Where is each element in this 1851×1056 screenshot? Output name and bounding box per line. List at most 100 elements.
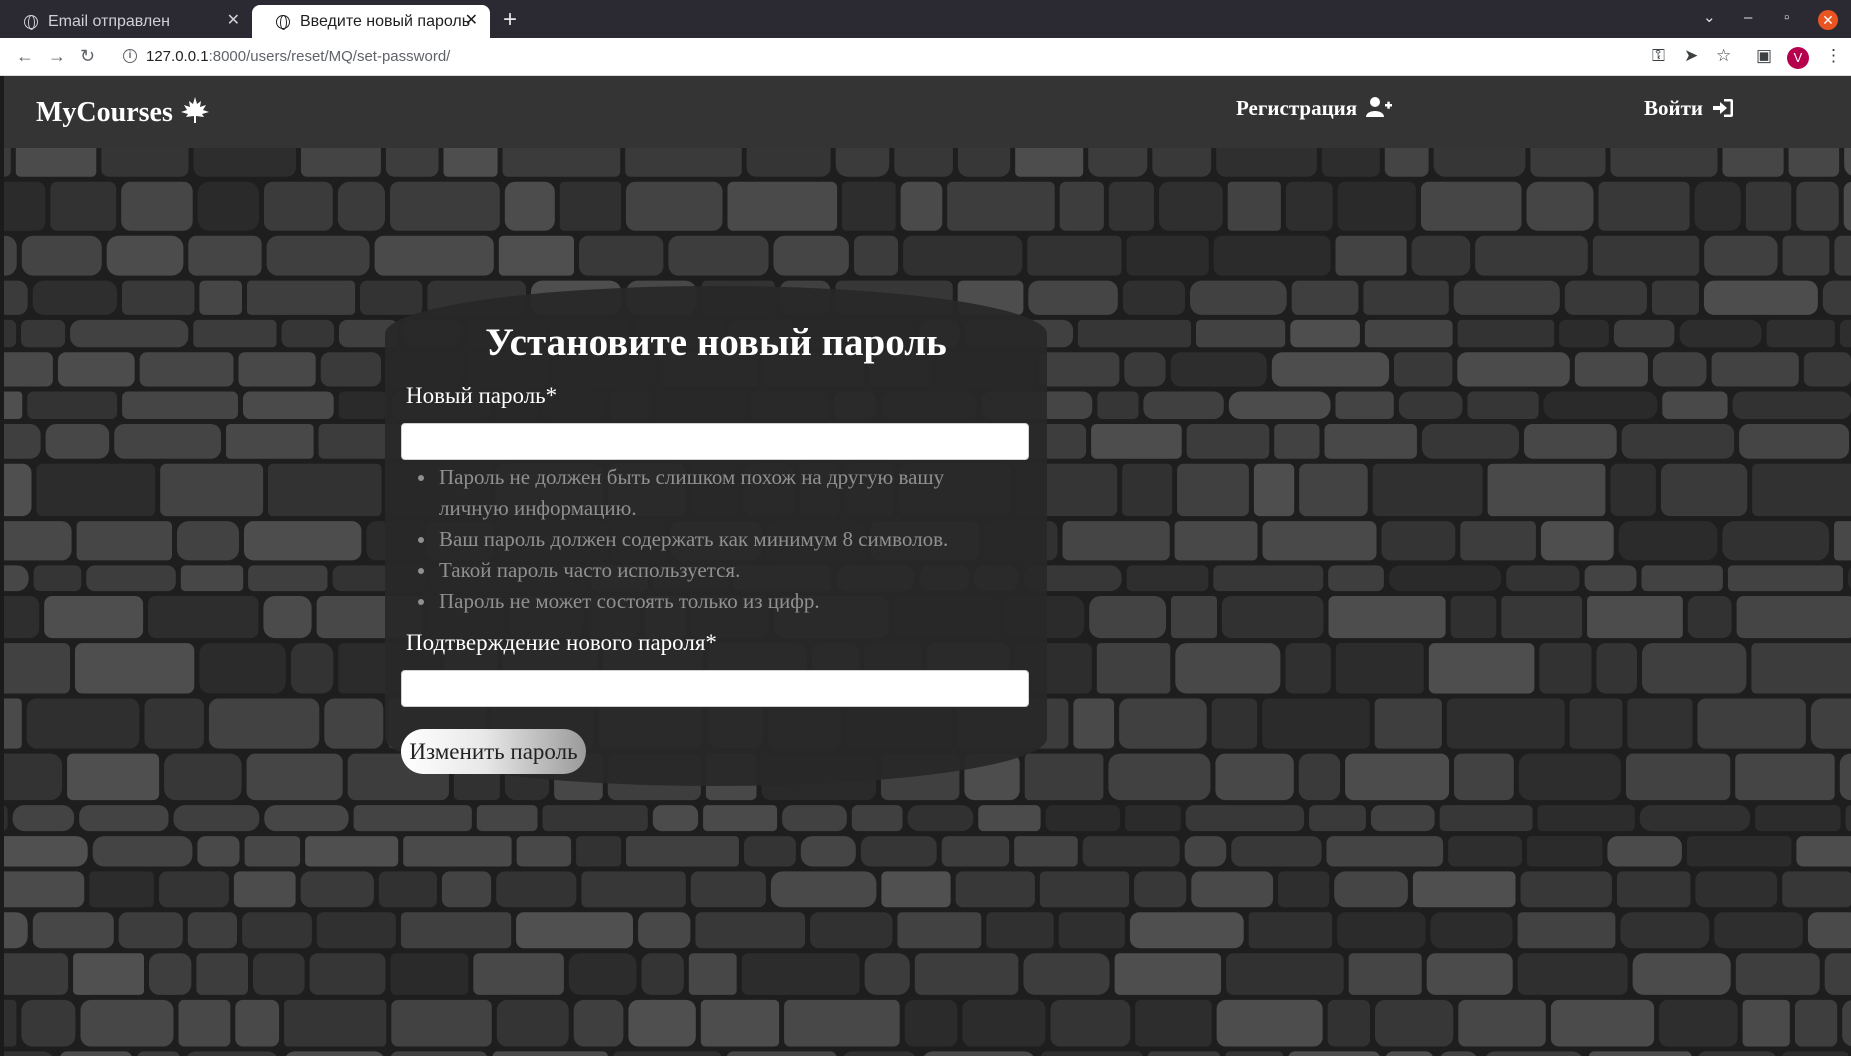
wall-stone bbox=[4, 181, 46, 231]
browser-tab-email-sent[interactable]: Email отправлен ✕ bbox=[0, 5, 252, 38]
wall-stone bbox=[60, 1051, 132, 1056]
tab-search-icon[interactable]: ⌄ bbox=[1703, 10, 1716, 26]
wall-stone bbox=[843, 1051, 915, 1056]
send-icon[interactable]: ➤ bbox=[1684, 46, 1698, 66]
wall-stone bbox=[159, 871, 229, 908]
wall-stone bbox=[1687, 596, 1732, 639]
wall-stone bbox=[1159, 181, 1223, 231]
menu-kebab-icon[interactable]: ⋮ bbox=[1825, 46, 1842, 66]
wall-stone bbox=[114, 424, 221, 459]
wall-stone bbox=[1058, 912, 1125, 949]
wall-stone bbox=[986, 912, 1054, 949]
wall-stone bbox=[148, 596, 259, 639]
login-link[interactable]: Войти bbox=[1644, 96, 1734, 121]
wall-stone bbox=[1388, 565, 1502, 592]
window-close-icon[interactable]: ✕ bbox=[1818, 10, 1838, 30]
wall-stone bbox=[1394, 352, 1453, 387]
wall-stone bbox=[1374, 698, 1442, 749]
wall-stone bbox=[1363, 280, 1449, 315]
wall-stone bbox=[122, 391, 238, 419]
wall-stone bbox=[4, 1051, 53, 1056]
wall-stone bbox=[1135, 999, 1212, 1047]
key-icon[interactable]: ⚿ bbox=[1652, 46, 1665, 66]
wall-stone bbox=[390, 1051, 487, 1056]
wall-stone bbox=[1518, 753, 1621, 801]
brand-name: MyCourses bbox=[36, 97, 173, 128]
wall-stone bbox=[1213, 235, 1331, 276]
wall-stone bbox=[309, 953, 386, 995]
bookmark-star-icon[interactable]: ☆ bbox=[1716, 46, 1731, 66]
wall-stone bbox=[1454, 753, 1514, 801]
wall-stone bbox=[568, 953, 637, 995]
register-link[interactable]: Регистрация bbox=[1236, 96, 1393, 121]
wall-stone bbox=[1335, 235, 1407, 276]
browser-tab-new-password[interactable]: Введите новый пароль ✕ bbox=[252, 5, 490, 38]
wall-stone bbox=[188, 235, 262, 276]
wall-stone bbox=[390, 953, 469, 995]
new-tab-button[interactable]: + bbox=[503, 7, 517, 33]
wall-stone bbox=[1248, 912, 1333, 949]
wall-stone bbox=[473, 953, 564, 995]
wall-stone bbox=[1782, 871, 1851, 908]
wall-stone bbox=[79, 805, 169, 832]
wall-stone bbox=[1428, 643, 1535, 694]
wall-stone bbox=[180, 565, 244, 592]
wall-stone bbox=[301, 148, 381, 177]
address-bar[interactable]: 127.0.0.1:8000/users/reset/MQ/set-passwo… bbox=[146, 48, 450, 65]
new-password-input[interactable] bbox=[401, 423, 1029, 460]
wall-stone bbox=[1559, 319, 1609, 348]
wall-stone bbox=[264, 805, 349, 832]
wall-stone bbox=[1569, 698, 1623, 749]
wall-stone bbox=[281, 319, 334, 348]
side-panel-icon[interactable]: ▣ bbox=[1756, 46, 1772, 66]
wall-stone bbox=[625, 181, 723, 231]
wall-stone bbox=[576, 836, 621, 867]
wall-stone bbox=[1446, 698, 1565, 749]
wall-stone bbox=[1632, 953, 1731, 995]
wall-stone bbox=[246, 753, 343, 801]
wall-stone bbox=[784, 999, 900, 1047]
wall-stone bbox=[75, 643, 195, 694]
wall-stone bbox=[1686, 836, 1792, 867]
wall-stone bbox=[1834, 521, 1851, 561]
wall-stone bbox=[1328, 565, 1384, 592]
wall-stone bbox=[1062, 521, 1170, 561]
profile-avatar[interactable]: V bbox=[1787, 47, 1809, 69]
minimize-icon[interactable]: – bbox=[1744, 10, 1752, 26]
wall-stone bbox=[4, 391, 23, 419]
wall-stone bbox=[1845, 805, 1851, 832]
wall-stone bbox=[1486, 1051, 1582, 1056]
wall-stone bbox=[4, 319, 17, 348]
wall-stone bbox=[4, 643, 70, 694]
wall-stone bbox=[1126, 235, 1209, 276]
wall-stone bbox=[1385, 1051, 1433, 1056]
reload-icon[interactable]: ↻ bbox=[80, 46, 95, 66]
wall-stone bbox=[106, 235, 184, 276]
site-info-icon[interactable]: i bbox=[123, 49, 137, 63]
wall-stone bbox=[1398, 391, 1463, 419]
wall-stone bbox=[139, 352, 234, 387]
wall-stone bbox=[770, 871, 877, 908]
brand-link[interactable]: MyCourses bbox=[36, 96, 210, 129]
change-password-button[interactable]: Изменить пароль bbox=[401, 729, 586, 774]
tab-close-icon[interactable]: ✕ bbox=[465, 13, 478, 29]
confirm-password-input[interactable] bbox=[401, 670, 1029, 707]
wall-stone bbox=[1782, 1051, 1849, 1056]
wall-stone bbox=[1211, 698, 1258, 749]
wall-stone bbox=[1291, 280, 1359, 315]
back-icon[interactable]: ← bbox=[16, 46, 34, 66]
wall-stone bbox=[1704, 235, 1778, 276]
wall-stone bbox=[1262, 521, 1377, 561]
wall-stone bbox=[1679, 319, 1762, 348]
wall-stone bbox=[199, 280, 242, 315]
wall-stone bbox=[1735, 753, 1835, 801]
wall-stone bbox=[1345, 753, 1450, 801]
wall-stone bbox=[4, 352, 53, 387]
tab-close-icon[interactable]: ✕ bbox=[227, 13, 240, 29]
wall-stone bbox=[1337, 181, 1416, 231]
maximize-icon[interactable]: ▫ bbox=[1784, 10, 1789, 26]
wall-stone bbox=[21, 319, 66, 348]
wall-stone bbox=[1216, 999, 1323, 1047]
forward-icon[interactable]: → bbox=[48, 46, 66, 66]
wall-stone bbox=[1253, 463, 1295, 517]
